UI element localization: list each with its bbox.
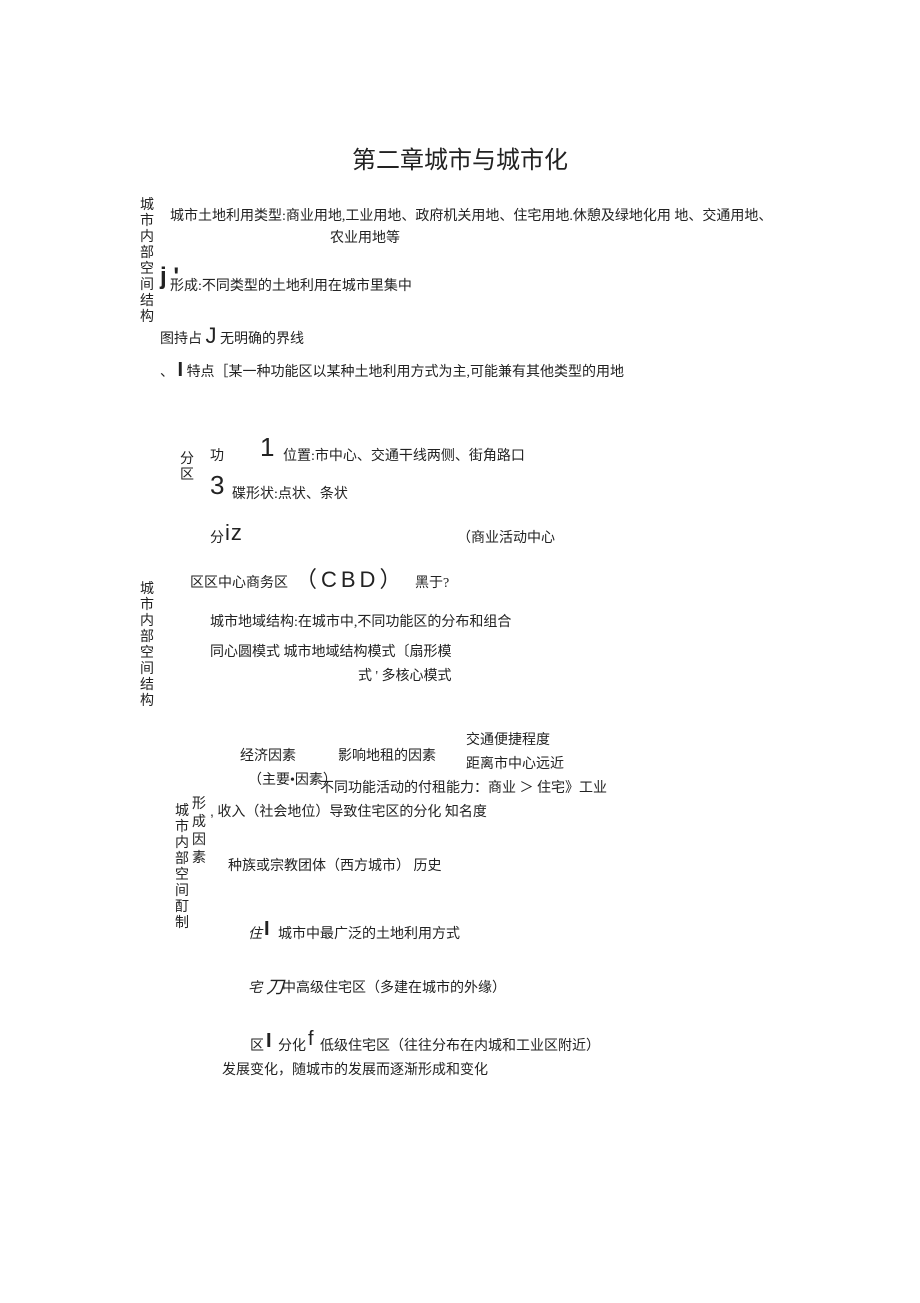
- zhu-char: 住: [248, 923, 262, 943]
- multicore-text: 式 ' 多核心模式: [358, 665, 452, 685]
- iz-glyph: iz: [225, 520, 243, 546]
- gong-label: 功: [210, 445, 224, 465]
- comma-glyph: ,: [210, 803, 214, 819]
- digit-one: 1: [260, 432, 274, 463]
- tedian-bar: I: [178, 359, 184, 381]
- rent-ability-text: 不同功能活动的付租能力：商业 ＞ 住宅》工业: [320, 777, 607, 797]
- formation-text: 形成:不同类型的土地利用在城市里集中: [170, 275, 412, 295]
- vertical-sublabel: 形成因素: [192, 796, 206, 868]
- tuchi-post: 无明确的界线: [220, 332, 304, 347]
- tedian-pre: 、: [160, 365, 174, 380]
- fenhua-text: 分化: [278, 1035, 306, 1055]
- distance-center: 距离市中心远近: [466, 753, 564, 773]
- low-residential-text: 低级住宅区（往往分布在内城和工业区附近）: [320, 1035, 600, 1055]
- fen-char: 分: [210, 527, 224, 547]
- glyph-big-j: J: [206, 323, 217, 348]
- shape-text: 碟形状:点状、条状: [232, 483, 348, 503]
- cbd-label: （CBD）: [295, 562, 405, 594]
- zhu-bar: I: [264, 918, 270, 941]
- f-glyph: f: [308, 1028, 314, 1051]
- vertical-label-3: 城市内部空间酊制: [175, 804, 191, 932]
- vertical-label-1: 城市内部空间结构: [140, 198, 156, 326]
- landuse-types-line1: 城市土地利用类型:商业用地,工业用地、政府机关用地、住宅用地.休憩及绿地化用 地…: [170, 205, 772, 225]
- qu-bar: I: [266, 1030, 272, 1053]
- tedian-text: 特点［某一种功能区以某种土地利用方式为主,可能兼有其他类型的用地: [187, 365, 625, 380]
- chapter-title: 第二章城市与城市化: [0, 140, 920, 175]
- heiyu-text: 黑于?: [415, 572, 449, 592]
- income-row: , 收入（社会地位）导致住宅区的分化 知名度: [210, 801, 487, 821]
- income-text: 收入（社会地位）导致住宅区的分化 知名度: [217, 805, 487, 820]
- location-text: 位置:市中心、交通干线两侧、街角路口: [283, 445, 525, 465]
- urban-structure-text: 城市地域结构:在城市中,不同功能区的分布和组合: [210, 611, 511, 631]
- zhai-char: 宅: [248, 977, 262, 997]
- evolution-text: 发展变化，随城市的发展而逐渐形成和变化: [222, 1059, 488, 1079]
- transport-convenience: 交通便捷程度: [466, 729, 550, 749]
- landuse-types-line2: 农业用地等: [330, 227, 400, 247]
- ethnic-religion-text: 种族或宗教团体（西方城市） 历史: [228, 855, 442, 875]
- economic-factor: 经济因素: [240, 745, 296, 765]
- tuchi-pre: 图持占: [160, 332, 202, 347]
- concentric-model-text: 同心圆模式 城市地域结构模式〔扇形模: [210, 641, 452, 661]
- features-row: 、 I 特点［某一种功能区以某种土地利用方式为主,可能兼有其他类型的用地: [160, 359, 624, 382]
- vertical-label-2: 城市内部空间结构: [140, 582, 156, 710]
- rent-factors-label: 影响地租的因素: [338, 745, 436, 765]
- cbd-prefix: 区区中心商务区: [190, 572, 288, 592]
- high-mid-residential-text: 中高级住宅区（多建在城市的外缘）: [282, 977, 506, 997]
- tuchi-row: 图持占 J 无明确的界线: [160, 323, 304, 349]
- qu-char: 区: [250, 1035, 264, 1055]
- widest-landuse-text: 城市中最广泛的土地利用方式: [278, 923, 460, 943]
- fenqu-vertical: 分区: [180, 452, 194, 484]
- commercial-center-text: （商业活动中心: [457, 527, 555, 547]
- digit-three: 3: [210, 470, 224, 501]
